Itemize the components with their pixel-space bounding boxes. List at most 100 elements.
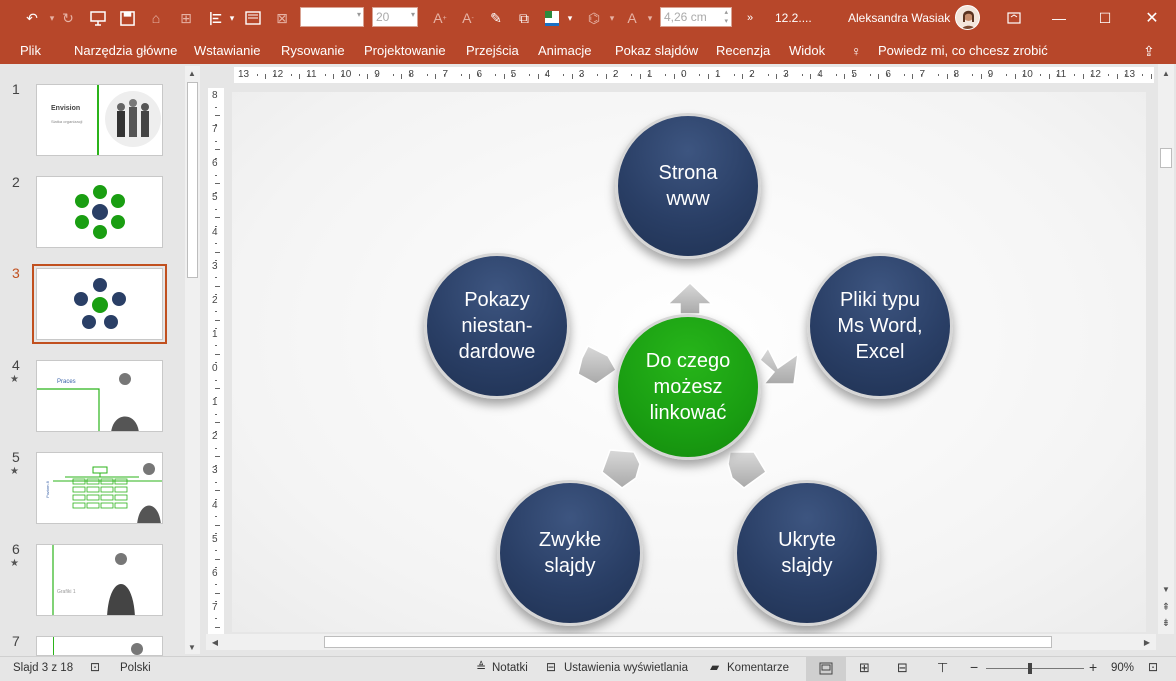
- zoom-out-button[interactable]: −: [970, 659, 978, 675]
- normal-view-button[interactable]: [806, 657, 846, 681]
- format-painter-icon[interactable]: ⌂: [146, 8, 166, 28]
- display-settings-button[interactable]: Ustawienia wyświetlania: [564, 662, 688, 674]
- vertical-ruler[interactable]: 8765432101234567: [208, 88, 224, 634]
- save-icon[interactable]: [117, 8, 137, 28]
- ruler-tick: [215, 627, 220, 628]
- scroll-down-icon[interactable]: ▼: [1159, 582, 1173, 596]
- editor-horizontal-scrollbar[interactable]: ◀ ▶: [206, 634, 1156, 650]
- ribbon-display-options-icon[interactable]: [1004, 8, 1024, 28]
- slide-sorter-icon[interactable]: ⊞: [859, 660, 870, 676]
- slide-thumbnail-3[interactable]: [36, 268, 163, 340]
- avatar[interactable]: [955, 5, 980, 30]
- insert-picture-icon[interactable]: ⧉: [514, 8, 534, 28]
- ruler-tick: [215, 209, 217, 210]
- font-color-icon[interactable]: A: [622, 8, 642, 28]
- ruler-tick: [981, 74, 982, 79]
- maximize-icon[interactable]: ☐: [1095, 8, 1115, 28]
- font-name-dropdown[interactable]: ▾: [300, 7, 364, 27]
- scroll-thumb[interactable]: [1160, 148, 1172, 168]
- spelling-check-icon[interactable]: ⊡: [90, 660, 100, 674]
- scroll-thumb[interactable]: [187, 82, 198, 278]
- decrease-font-icon[interactable]: A-: [458, 8, 478, 28]
- thumbnail-scrollbar[interactable]: ▲ ▼: [185, 66, 200, 654]
- slide-thumbnail-6[interactable]: Grafiki 1: [36, 544, 163, 616]
- slide-thumbnail-1[interactable]: Envision Siatka organizacji: [36, 84, 163, 156]
- language-indicator[interactable]: Polski: [120, 662, 151, 674]
- diagram-node-center[interactable]: Do czego możesz linkować: [615, 314, 761, 460]
- ruler-tick-label: 11: [1056, 69, 1066, 80]
- dimension-input[interactable]: 4,26 cm ▴▾: [660, 7, 732, 27]
- user-name[interactable]: Aleksandra Wasiak: [848, 11, 950, 25]
- eyedropper-icon[interactable]: ✎: [486, 8, 506, 28]
- present-from-start-icon[interactable]: [88, 8, 108, 28]
- diagram-node-top[interactable]: Strona www: [615, 113, 761, 259]
- scroll-right-icon[interactable]: ▶: [1140, 635, 1154, 649]
- font-size-dropdown[interactable]: 20 ▾: [372, 7, 418, 27]
- previous-slide-icon[interactable]: ⇞: [1159, 600, 1173, 614]
- tab-design[interactable]: Projektowanie: [364, 43, 446, 58]
- diagram-node-bottom-right[interactable]: Ukryte slajdy: [734, 480, 880, 626]
- editor-vertical-scrollbar[interactable]: ▲ ▼ ⇞ ⇟: [1158, 64, 1174, 634]
- ruler-tick: [215, 388, 220, 389]
- align-center-icon[interactable]: ⊞: [176, 8, 196, 28]
- scroll-down-icon[interactable]: ▼: [185, 640, 199, 654]
- slide-thumbnail-7[interactable]: [36, 636, 163, 656]
- scroll-thumb[interactable]: [324, 636, 1052, 648]
- slideshow-view-icon[interactable]: ⊤: [937, 660, 948, 676]
- tab-file[interactable]: Plik: [20, 43, 41, 58]
- share-icon[interactable]: ⇪: [1143, 43, 1155, 60]
- tab-review[interactable]: Recenzja: [716, 43, 770, 58]
- chevron-down-icon[interactable]: ▾: [560, 8, 580, 28]
- diagram-node-left[interactable]: Pokazy niestan- dardowe: [424, 253, 570, 399]
- ruler-tick-label: 1: [212, 397, 218, 408]
- zoom-slider-thumb[interactable]: [1028, 663, 1032, 674]
- undo-icon[interactable]: ↶: [22, 8, 42, 28]
- scroll-up-icon[interactable]: ▲: [1159, 66, 1173, 80]
- chevron-down-icon[interactable]: ▾: [222, 8, 242, 28]
- zoom-level[interactable]: 90%: [1111, 662, 1134, 674]
- tab-draw[interactable]: Rysowanie: [281, 43, 345, 58]
- slide-thumbnail-2[interactable]: [36, 176, 163, 248]
- zoom-in-button[interactable]: +: [1089, 659, 1097, 675]
- ruler-tick: [215, 107, 217, 108]
- minimize-icon[interactable]: —: [1049, 8, 1069, 28]
- redo-icon[interactable]: ↻: [58, 8, 78, 28]
- more-commands-icon[interactable]: »: [740, 8, 760, 28]
- tab-insert[interactable]: Wstawianie: [194, 43, 260, 58]
- text-color-icon[interactable]: ⌬: [584, 8, 604, 28]
- horizontal-ruler[interactable]: 13121110987654321012345678910111213: [234, 67, 1154, 83]
- ruler-tick-label: 6: [212, 568, 218, 579]
- increase-font-icon[interactable]: A+: [430, 8, 450, 28]
- ruler-tick: [215, 183, 220, 184]
- slide-canvas[interactable]: Strona www Pliki typu Ms Word, Excel Ukr…: [232, 92, 1146, 632]
- tell-me-search[interactable]: Powiedz mi, co chcesz zrobić: [878, 43, 1048, 58]
- diagram-thumbnail: [37, 269, 163, 340]
- ruler-tick: [215, 345, 217, 346]
- spinner-icon[interactable]: ▴▾: [724, 8, 728, 26]
- scroll-up-icon[interactable]: ▲: [185, 66, 199, 80]
- zoom-slider-track[interactable]: [986, 668, 1084, 669]
- next-slide-icon[interactable]: ⇟: [1159, 616, 1173, 630]
- diagram-node-right[interactable]: Pliki typu Ms Word, Excel: [807, 253, 953, 399]
- chevron-down-icon[interactable]: ▾: [602, 8, 622, 28]
- size-icon[interactable]: [243, 8, 263, 28]
- slide-thumbnail-5[interactable]: Poziom 8: [36, 452, 163, 524]
- ruler-tick: [563, 74, 564, 76]
- close-shape-icon[interactable]: ⊠: [272, 8, 292, 28]
- tab-animations[interactable]: Animacje: [538, 43, 591, 58]
- scroll-left-icon[interactable]: ◀: [208, 635, 222, 649]
- notes-button[interactable]: Notatki: [492, 662, 528, 674]
- reading-view-icon[interactable]: ⊟: [897, 660, 908, 676]
- slide-thumbnail-4[interactable]: Praces: [36, 360, 163, 432]
- tab-transitions[interactable]: Przejścia: [466, 43, 519, 58]
- ruler-tick-label: 5: [851, 69, 857, 80]
- diagram-node-bottom-left[interactable]: Zwykłe slajdy: [497, 480, 643, 626]
- tab-view[interactable]: Widok: [789, 43, 825, 58]
- shape-fill-icon[interactable]: [542, 8, 562, 28]
- tab-home[interactable]: Narzędzia główne: [74, 43, 177, 58]
- chevron-down-icon[interactable]: ▾: [640, 8, 660, 28]
- fit-slide-icon[interactable]: ⊡: [1148, 660, 1158, 674]
- tab-slideshow[interactable]: Pokaz slajdów: [615, 43, 698, 58]
- close-icon[interactable]: ✕: [1142, 8, 1162, 28]
- comments-button[interactable]: Komentarze: [727, 662, 789, 674]
